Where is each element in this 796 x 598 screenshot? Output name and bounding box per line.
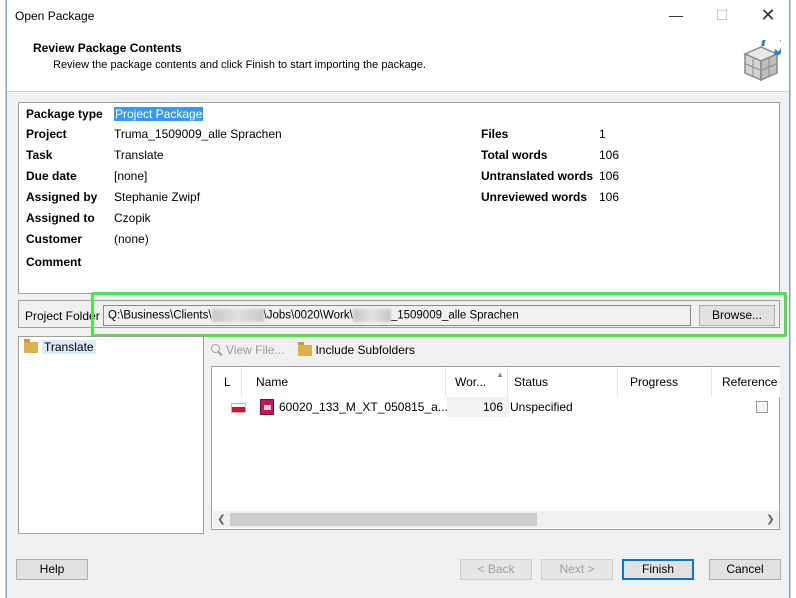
wizard-header: Review Package Contents Review the packa… bbox=[7, 32, 789, 92]
unreviewed-words-value: 106 bbox=[599, 190, 620, 204]
assigned-by-label: Assigned by bbox=[26, 190, 98, 204]
folder-path-part1: Q:\Business\Clients\ bbox=[108, 309, 212, 322]
untranslated-words-value: 106 bbox=[599, 169, 620, 183]
scrollbar-thumb[interactable] bbox=[230, 513, 537, 526]
total-words-label: Total words bbox=[481, 148, 548, 162]
task-tree: Translate bbox=[18, 336, 204, 534]
help-button[interactable]: Help bbox=[16, 559, 88, 580]
assigned-by-value: Stephanie Zwipf bbox=[114, 190, 201, 204]
view-file-button[interactable]: View File... bbox=[211, 343, 284, 357]
redacted-project bbox=[352, 309, 391, 322]
view-file-label: View File... bbox=[226, 343, 285, 357]
header-subtitle: Review the package contents and click Fi… bbox=[53, 59, 426, 71]
package-info-panel: Package type Project Package Project Tru… bbox=[18, 102, 780, 294]
folder-icon bbox=[298, 341, 313, 356]
words-header-label: Wor... bbox=[455, 375, 487, 389]
magnifier-icon bbox=[211, 344, 223, 356]
redacted-client bbox=[211, 309, 264, 322]
scroll-right-icon[interactable]: ❯ bbox=[762, 511, 779, 528]
customer-label: Customer bbox=[26, 232, 83, 246]
locked-flag-icon bbox=[231, 403, 246, 413]
due-date-value: [none] bbox=[114, 169, 148, 183]
tree-item-translate[interactable]: Translate bbox=[24, 338, 96, 354]
file-toolbar: View File... Include Subfolders bbox=[211, 340, 415, 360]
indesign-file-icon bbox=[260, 399, 274, 415]
file-name: 60020_133_M_XT_050815_a... bbox=[279, 400, 447, 414]
assigned-to-label: Assigned to bbox=[26, 211, 95, 225]
comment-label: Comment bbox=[26, 255, 82, 269]
close-button[interactable]: ✕ bbox=[745, 0, 791, 30]
files-label: Files bbox=[481, 127, 509, 141]
folder-path-part2: \Jobs\0020\Work\ bbox=[263, 309, 353, 322]
file-list: L Name Wor... ▲ Status Progress Reference… bbox=[211, 366, 780, 530]
open-package-dialog: Open Package — ☐ ✕ Review Package Conten… bbox=[6, 0, 790, 598]
finish-button[interactable]: Finish bbox=[622, 559, 694, 580]
package-type-label: Package type bbox=[26, 107, 103, 121]
folder-icon bbox=[24, 338, 38, 353]
scroll-left-icon[interactable]: ❮ bbox=[213, 511, 230, 528]
maximize-button[interactable]: ☐ bbox=[699, 0, 745, 30]
horizontal-scrollbar[interactable]: ❮ ❯ bbox=[213, 511, 779, 528]
task-label: Task bbox=[26, 148, 53, 162]
customer-value: (none) bbox=[114, 232, 149, 246]
unreviewed-words-label: Unreviewed words bbox=[481, 190, 588, 204]
project-folder-input[interactable]: Q:\Business\Clients\ \Jobs\0020\Work\ _150… bbox=[103, 305, 691, 326]
project-value: Truma_1509009_alle Sprachen bbox=[114, 127, 282, 141]
header-title: Review Package Contents bbox=[33, 41, 182, 55]
title-bar: Open Package — ☐ ✕ bbox=[7, 0, 789, 32]
window-title: Open Package bbox=[15, 9, 95, 23]
package-box-icon bbox=[743, 40, 781, 82]
browse-button[interactable]: Browse... bbox=[699, 305, 775, 326]
column-header-lock[interactable]: L bbox=[212, 367, 242, 397]
due-date-label: Due date bbox=[26, 169, 77, 183]
sort-ascending-icon: ▲ bbox=[496, 370, 504, 379]
back-button[interactable]: < Back bbox=[460, 559, 532, 580]
folder-path-part3: _1509009_alle Sprachen bbox=[390, 309, 519, 322]
column-header-status[interactable]: Status bbox=[508, 367, 618, 397]
cancel-button[interactable]: Cancel bbox=[709, 559, 781, 580]
include-subfolders-label: Include Subfolders bbox=[315, 343, 415, 357]
file-words: 106 bbox=[447, 397, 509, 417]
untranslated-words-label: Untranslated words bbox=[481, 169, 594, 183]
next-button[interactable]: Next > bbox=[541, 559, 613, 580]
minimize-button[interactable]: — bbox=[653, 0, 699, 30]
column-header-reference[interactable]: Reference bbox=[712, 367, 780, 397]
table-row[interactable]: 60020_133_M_XT_050815_a... 106 Unspecifi… bbox=[213, 397, 779, 417]
tree-item-label: Translate bbox=[42, 340, 96, 354]
package-type-value: Project Package bbox=[114, 107, 204, 121]
task-value: Translate bbox=[114, 148, 164, 162]
column-header-name[interactable]: Name bbox=[250, 367, 446, 397]
project-folder-row: Project Folder Q:\Business\Clients\ \Jobs… bbox=[18, 300, 780, 328]
project-folder-label: Project Folder bbox=[25, 309, 100, 323]
column-header-progress[interactable]: Progress bbox=[618, 367, 712, 397]
reference-checkbox[interactable] bbox=[756, 401, 768, 413]
files-value: 1 bbox=[599, 127, 606, 141]
file-status: Unspecified bbox=[510, 400, 573, 414]
include-subfolders-button[interactable]: Include Subfolders bbox=[298, 341, 415, 357]
project-label: Project bbox=[26, 127, 67, 141]
background-window-right bbox=[790, 0, 796, 598]
total-words-value: 106 bbox=[599, 148, 620, 162]
column-header-words[interactable]: Wor... ▲ bbox=[446, 367, 508, 397]
assigned-to-value: Czopik bbox=[114, 211, 151, 225]
